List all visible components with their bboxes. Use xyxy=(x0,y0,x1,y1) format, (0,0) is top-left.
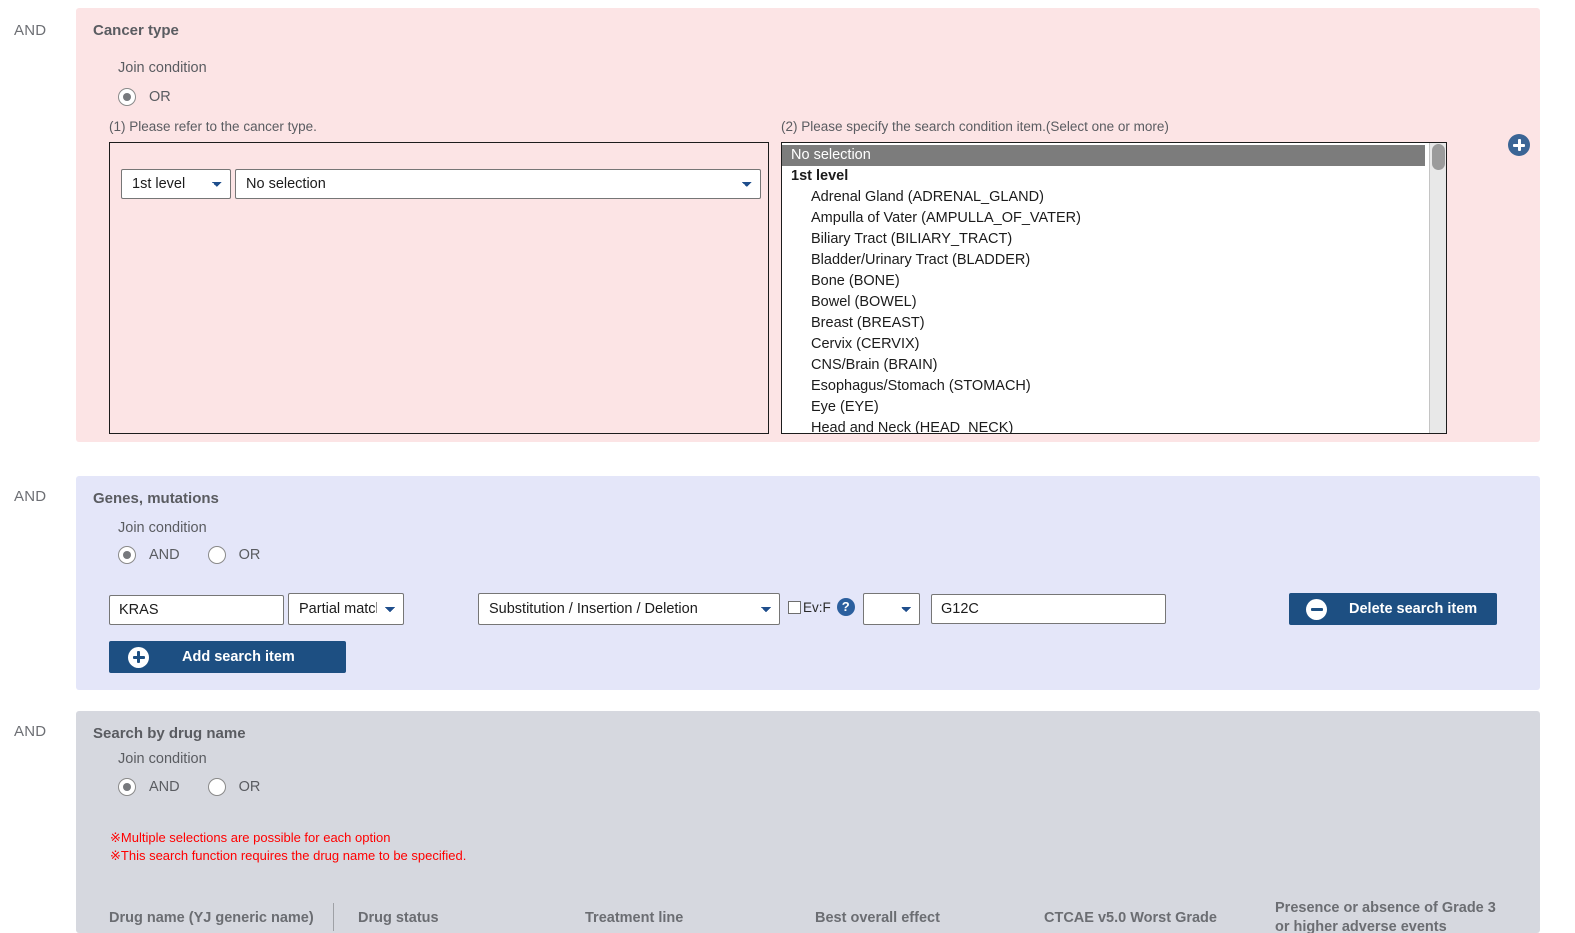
cancer-selection-box: 1st level No selection xyxy=(109,142,769,434)
cancer-level-select[interactable]: 1st level xyxy=(121,169,231,199)
cancer-panel-title: Cancer type xyxy=(93,22,179,39)
cancer-name-select[interactable]: No selection xyxy=(235,169,761,199)
genes-join-option-and-label: AND xyxy=(149,547,180,563)
cancer-add-condition-plus-icon[interactable] xyxy=(1508,134,1530,156)
question-mark-icon[interactable]: ? xyxy=(836,598,855,616)
drug-join-option-or[interactable]: OR xyxy=(207,778,261,796)
genes-join-option-or[interactable]: OR xyxy=(207,546,261,564)
cancer-condition-listbox[interactable]: No selection 1st level Adrenal Gland (AD… xyxy=(781,142,1447,434)
listbox-option-no-selection[interactable]: No selection xyxy=(782,145,1425,166)
minus-circle-icon xyxy=(1306,598,1327,620)
drug-panel-title: Search by drug name xyxy=(93,725,246,742)
genes-join-radio-group: AND OR xyxy=(118,546,288,564)
radio-icon-and[interactable] xyxy=(118,778,136,796)
gene-name-input[interactable] xyxy=(109,595,284,625)
cancer-join-option-or-label: OR xyxy=(149,89,171,105)
drug-join-condition-label: Join condition xyxy=(118,751,207,767)
genes-mutations-panel: Genes, mutations Join condition AND OR P… xyxy=(76,476,1540,690)
listbox-option[interactable]: Cervix (CERVIX) xyxy=(782,334,1446,355)
listbox-option[interactable]: Bowel (BOWEL) xyxy=(782,292,1446,313)
connector-label-cancer: AND xyxy=(14,22,47,39)
radio-icon-and[interactable] xyxy=(118,546,136,564)
add-search-item-button[interactable]: Add search item xyxy=(109,641,346,673)
drug-note-multiple-selections: ※Multiple selections are possible for ea… xyxy=(110,830,391,845)
table-header-divider xyxy=(333,903,334,931)
drug-join-option-and[interactable]: AND xyxy=(118,778,180,796)
radio-icon-or[interactable] xyxy=(118,88,136,106)
genes-join-condition-label: Join condition xyxy=(118,520,207,536)
listbox-option[interactable]: Adrenal Gland (ADRENAL_GLAND) xyxy=(782,187,1446,208)
table-header-treatment-line: Treatment line xyxy=(585,910,684,926)
cancer-type-panel: Cancer type Join condition OR (1) Please… xyxy=(76,8,1540,442)
evf-checkbox-wrapper: Ev:F ? xyxy=(788,598,855,616)
cancer-join-option-or[interactable]: OR xyxy=(118,88,171,106)
cancer-join-condition-label: Join condition xyxy=(118,60,207,76)
listbox-scrollbar-thumb[interactable] xyxy=(1432,144,1445,170)
table-header-drug-name: Drug name (YJ generic name) xyxy=(109,910,314,926)
listbox-option[interactable]: Ampulla of Vater (AMPULLA_OF_VATER) xyxy=(782,208,1446,229)
gene-match-select[interactable]: Partial match xyxy=(288,593,404,625)
listbox-option[interactable]: Esophagus/Stomach (STOMACH) xyxy=(782,376,1446,397)
genes-join-option-or-label: OR xyxy=(238,547,261,563)
listbox-option[interactable]: Bladder/Urinary Tract (BLADDER) xyxy=(782,250,1446,271)
listbox-group-1st-level: 1st level xyxy=(791,168,849,184)
evf-checkbox[interactable] xyxy=(788,600,801,614)
genes-panel-title: Genes, mutations xyxy=(93,490,219,507)
drug-note-requires-drug-name: ※This search function requires the drug … xyxy=(110,848,467,863)
cancer-join-radio-group: OR xyxy=(118,88,199,106)
table-header-ctcae-worst-grade: CTCAE v5.0 Worst Grade xyxy=(1044,910,1217,926)
listbox-option[interactable]: Eye (EYE) xyxy=(782,397,1446,418)
plus-circle-icon xyxy=(128,646,149,668)
drug-search-panel: Search by drug name Join condition AND O… xyxy=(76,711,1540,933)
cancer-hint-right: (2) Please specify the search condition … xyxy=(781,119,1169,134)
search-builder-page: AND AND AND Cancer type Join condition O… xyxy=(0,0,1575,933)
genes-join-option-and[interactable]: AND xyxy=(118,546,180,564)
drug-join-option-and-label: AND xyxy=(149,779,180,795)
listbox-option[interactable]: Breast (BREAST) xyxy=(782,313,1446,334)
radio-icon-or[interactable] xyxy=(207,546,226,564)
connector-label-genes: AND xyxy=(14,488,47,505)
evf-label: Ev:F xyxy=(803,599,831,615)
gene-variant-value-input[interactable] xyxy=(931,594,1166,624)
table-header-best-overall-effect: Best overall effect xyxy=(815,910,940,926)
radio-icon-or[interactable] xyxy=(207,778,226,796)
delete-search-item-label: Delete search item xyxy=(1349,601,1478,617)
drug-join-radio-group: AND OR xyxy=(118,778,288,796)
delete-search-item-button[interactable]: Delete search item xyxy=(1289,593,1497,625)
listbox-option[interactable]: Head and Neck (HEAD_NECK) xyxy=(782,418,1446,433)
drug-join-option-or-label: OR xyxy=(238,779,261,795)
table-header-grade3-adverse-events: Presence or absence of Grade 3 or higher… xyxy=(1275,900,1496,933)
cancer-hint-left: (1) Please refer to the cancer type. xyxy=(109,119,317,134)
listbox-option[interactable]: Biliary Tract (BILIARY_TRACT) xyxy=(782,229,1446,250)
listbox-option[interactable]: Bone (BONE) xyxy=(782,271,1446,292)
connector-label-drug: AND xyxy=(14,723,47,740)
listbox-option[interactable]: CNS/Brain (BRAIN) xyxy=(782,355,1446,376)
table-header-drug-status: Drug status xyxy=(358,910,439,926)
listbox-inner: No selection 1st level Adrenal Gland (AD… xyxy=(782,143,1446,433)
gene-variant-type-select[interactable]: Substitution / Insertion / Deletion xyxy=(478,593,780,625)
gene-operator-select[interactable] xyxy=(863,593,920,625)
add-search-item-label: Add search item xyxy=(182,649,295,665)
listbox-scrollbar[interactable] xyxy=(1429,143,1446,433)
